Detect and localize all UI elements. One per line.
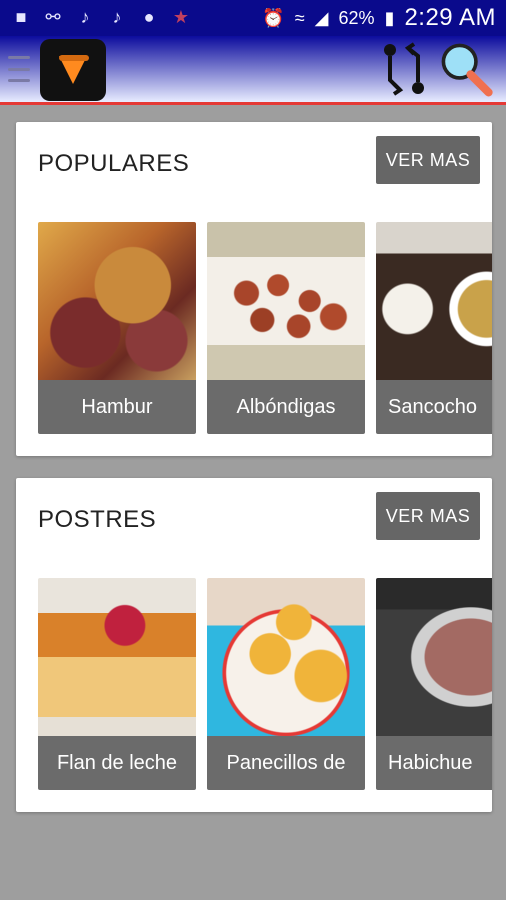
section-card-populares: POPULARES VER MAS Hambur Albóndigas Sanc… (16, 122, 492, 456)
recipe-label: Flan de leche (38, 736, 196, 790)
wifi-icon: ≈ (294, 7, 305, 28)
recipe-label: Hambur (38, 380, 196, 434)
swap-icon[interactable] (376, 38, 432, 98)
ver-mas-button[interactable]: VER MAS (376, 492, 480, 540)
chat-icon: ■ (15, 6, 27, 27)
app-bar (0, 36, 506, 105)
recipe-image (376, 222, 492, 380)
battery-icon: ▮ (384, 7, 395, 28)
messenger-icon: ● (143, 6, 155, 27)
recipe-image (207, 222, 365, 380)
status-bar: ■ ⚯ ♪ ♪ ● ★ ⏰ ≈ ◢ 62% ▮ 2:29 AM (0, 0, 506, 36)
battery-percent: 62% (338, 7, 375, 28)
recipe-label: Panecillos de (207, 736, 365, 790)
notification-icons: ■ ⚯ ♪ ♪ ● ★ (10, 6, 192, 28)
app-logo[interactable] (40, 39, 106, 101)
recipe-image (38, 578, 196, 736)
search-icon[interactable] (438, 38, 494, 98)
recipe-tile[interactable]: Sancocho (376, 222, 492, 434)
key-icon: ⚯ (45, 6, 61, 27)
ver-mas-button[interactable]: VER MAS (376, 136, 480, 184)
menu-icon[interactable] (8, 56, 30, 82)
signal-icon: ◢ (314, 7, 329, 28)
recipe-label: Albóndigas (207, 380, 365, 434)
clock: 2:29 AM (404, 4, 496, 31)
app-notification-icon: ★ (172, 6, 190, 27)
section-title: POPULARES (38, 150, 190, 177)
alarm-icon: ⏰ (262, 7, 285, 28)
recipe-tile[interactable]: Habichue (376, 578, 492, 790)
section-title: POSTRES (38, 506, 157, 533)
recipe-carousel[interactable]: Hambur Albóndigas Sancocho (38, 222, 492, 434)
recipe-image (376, 578, 492, 736)
tiktok-icon: ♪ (80, 6, 90, 27)
tiktok-icon: ♪ (112, 6, 122, 27)
system-icons: ⏰ ≈ ◢ 62% ▮ 2:29 AM (262, 4, 496, 32)
recipe-label: Habichue (376, 736, 492, 790)
recipe-tile[interactable]: Panecillos de (207, 578, 365, 790)
recipe-tile[interactable]: Flan de leche (38, 578, 196, 790)
recipe-tile[interactable]: Albóndigas (207, 222, 365, 434)
recipe-tile[interactable]: Hambur (38, 222, 196, 434)
recipe-label: Sancocho (376, 380, 492, 434)
recipe-carousel[interactable]: Flan de leche Panecillos de Habichue (38, 578, 492, 790)
section-card-postres: POSTRES VER MAS Flan de leche Panecillos… (16, 478, 492, 812)
recipe-image (38, 222, 196, 380)
recipe-image (207, 578, 365, 736)
